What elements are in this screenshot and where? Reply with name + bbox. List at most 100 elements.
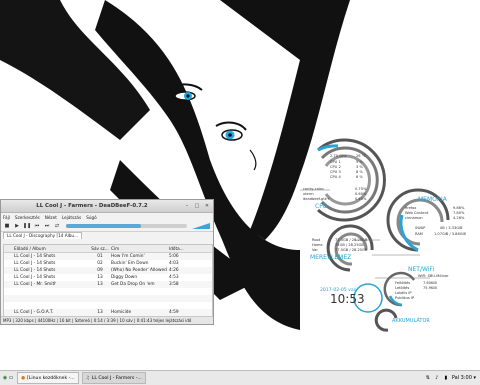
row-title (111, 295, 169, 302)
col-artist-album[interactable]: Előadó / Album (12, 245, 56, 252)
menu-playback[interactable]: Lejátszás (62, 215, 81, 220)
mem-proc-2: Web Content (405, 211, 429, 215)
memory-title: MEMÓRIA (418, 196, 447, 203)
col-duration[interactable]: Időta... (169, 245, 212, 252)
row-duration (169, 288, 212, 295)
row-title: (Who) No Ponder' Allowed (111, 268, 167, 273)
seek-bar[interactable] (66, 224, 187, 228)
row-duration: 5:06 (169, 254, 179, 259)
row-track (89, 288, 111, 295)
net-ssid: WiFi: SBU-Mölnar (418, 274, 449, 278)
row-status (4, 288, 12, 295)
ram-value: 1.07GiB / 3.86GiB (434, 232, 466, 236)
table-row[interactable]: LL Cool J - 14 Shots To T... 09 (Who) No P… (4, 267, 212, 274)
playlist[interactable]: Előadó / Album Sáv sz... Cím Időta... LL… (3, 244, 213, 318)
row-track: 13 (97, 282, 103, 287)
row-track (89, 295, 111, 302)
title-bar[interactable]: LL Cool J - Farmers - DeaDBeeF-0.7.2 – □… (1, 200, 213, 213)
row-artist: LL Cool J - 14 Shots To T... (14, 268, 56, 273)
proc-1: conky-cairo (303, 187, 324, 191)
taskbar-item-browser[interactable]: ● [Linux kezdőknek -... (17, 372, 79, 384)
row-artist (12, 302, 56, 309)
row-blank (56, 288, 89, 295)
table-row[interactable]: LL Cool J - G.O.A.T. 13 Homicide 4:59 (4, 309, 212, 316)
col-track[interactable]: Sáv sz... (89, 245, 111, 252)
row-artist (12, 295, 56, 302)
tab-discography[interactable]: LL Cool J - Discography [14 Albu... (3, 232, 83, 239)
row-title: Diggy Down (111, 275, 138, 280)
row-track: 01 (97, 254, 103, 259)
table-row[interactable] (4, 288, 212, 295)
col-blank[interactable] (56, 245, 89, 252)
stop-icon[interactable]: ■ (3, 222, 11, 230)
seek-bar-fill (66, 224, 142, 228)
col-title[interactable]: Cím (111, 245, 169, 252)
play-icon[interactable]: ▶ (13, 222, 21, 230)
random-icon[interactable]: ⇄ (53, 222, 61, 230)
menu-view[interactable]: Nézet (45, 215, 57, 220)
row-track (89, 302, 111, 309)
row-title: Homicide (111, 310, 132, 315)
clock[interactable]: Pal 3:00 ▾ (452, 375, 476, 381)
table-row[interactable]: LL Cool J - 14 Shots To T... 02 Buckin' Em… (4, 260, 212, 267)
next-icon[interactable]: ⏭ (43, 222, 51, 230)
row-blank (56, 253, 89, 260)
toolbar: ■ ▶ ❚❚ ⏮ ⏭ ⇄ (1, 221, 213, 232)
mem-val-2: 7.80% (453, 211, 465, 215)
row-artist: LL Cool J - 14 Shots To T... (14, 261, 56, 266)
deadbeef-window[interactable]: LL Cool J - Farmers - DeaDBeeF-0.7.2 – □… (0, 199, 214, 325)
row-status (4, 260, 12, 267)
mem-proc-3: cinnamon (405, 216, 423, 220)
row-blank (56, 281, 89, 288)
minimize-button[interactable]: – (183, 202, 191, 210)
taskbar-item-label: [Linux kezdőknek -... (27, 375, 75, 381)
row-duration: 4:03 (169, 261, 179, 266)
table-row[interactable]: LL Cool J - 14 Shots To T... 13 Diggy Down… (4, 274, 212, 281)
net-download-label: Letöltés (395, 286, 410, 290)
row-duration: 4:53 (169, 275, 179, 280)
row-track: 13 (97, 275, 103, 280)
net-download-value: 75.9KiB (423, 286, 437, 290)
table-row[interactable]: LL Cool J - 14 Shots To T... 01 How I'm Co… (4, 253, 212, 260)
row-title (111, 302, 169, 309)
row-status (4, 267, 12, 274)
table-row[interactable] (4, 295, 212, 302)
volume-icon[interactable]: ♪ (434, 375, 440, 381)
menu-edit[interactable]: Szerkesztés (15, 215, 40, 220)
proc-2: xterm (303, 192, 314, 196)
row-title (111, 288, 169, 295)
proc-val-1: 0.75% (355, 187, 367, 191)
row-track: 09 (97, 268, 103, 273)
net-public-ip-label: Publikus IP (395, 296, 415, 300)
net-title: NET/WiFi (408, 266, 435, 273)
volume-slider[interactable] (192, 223, 210, 229)
row-artist (12, 288, 56, 295)
show-desktop-icon[interactable]: ▭ (8, 375, 14, 381)
pause-icon[interactable]: ❚❚ (23, 222, 31, 230)
cpu-label-3: CPU 3 (330, 170, 341, 174)
table-row[interactable]: LL Cool J - Mr. Smith 13 Get Da Drop On 'e… (4, 281, 212, 288)
row-status (4, 309, 12, 316)
col-playing[interactable] (4, 245, 12, 252)
taskbar-item-label: LL Cool J - Farmers -... (91, 375, 142, 381)
disk-home-label: Home (312, 243, 323, 247)
cpu-val-1: 5 % (356, 160, 363, 164)
proc-val-2: 0.60% (355, 192, 367, 196)
cpu-label-2: CPU 2 (330, 165, 341, 169)
row-status (4, 253, 12, 260)
battery-icon[interactable]: ▮ (443, 375, 449, 381)
taskbar: ◉ ▭ ● [Linux kezdőknek -... ♫ LL Cool J … (0, 370, 480, 385)
menu-file[interactable]: Fájl (3, 215, 10, 220)
mem-val-1: 9.86% (453, 206, 465, 210)
previous-icon[interactable]: ⏮ (33, 222, 41, 230)
taskbar-item-deadbeef[interactable]: ♫ LL Cool J - Farmers -... (81, 372, 146, 384)
proc-val-3: 0.45% (355, 197, 367, 201)
menu-help[interactable]: Súgó (86, 215, 97, 220)
table-row[interactable] (4, 302, 212, 309)
network-icon[interactable]: ⇅ (425, 375, 431, 381)
close-button[interactable]: ✕ (203, 202, 211, 210)
maximize-button[interactable]: □ (193, 202, 201, 210)
battery-title: AKKUMULÁTOR (392, 318, 430, 324)
row-duration: 3:58 (169, 282, 179, 287)
row-status (4, 281, 12, 288)
